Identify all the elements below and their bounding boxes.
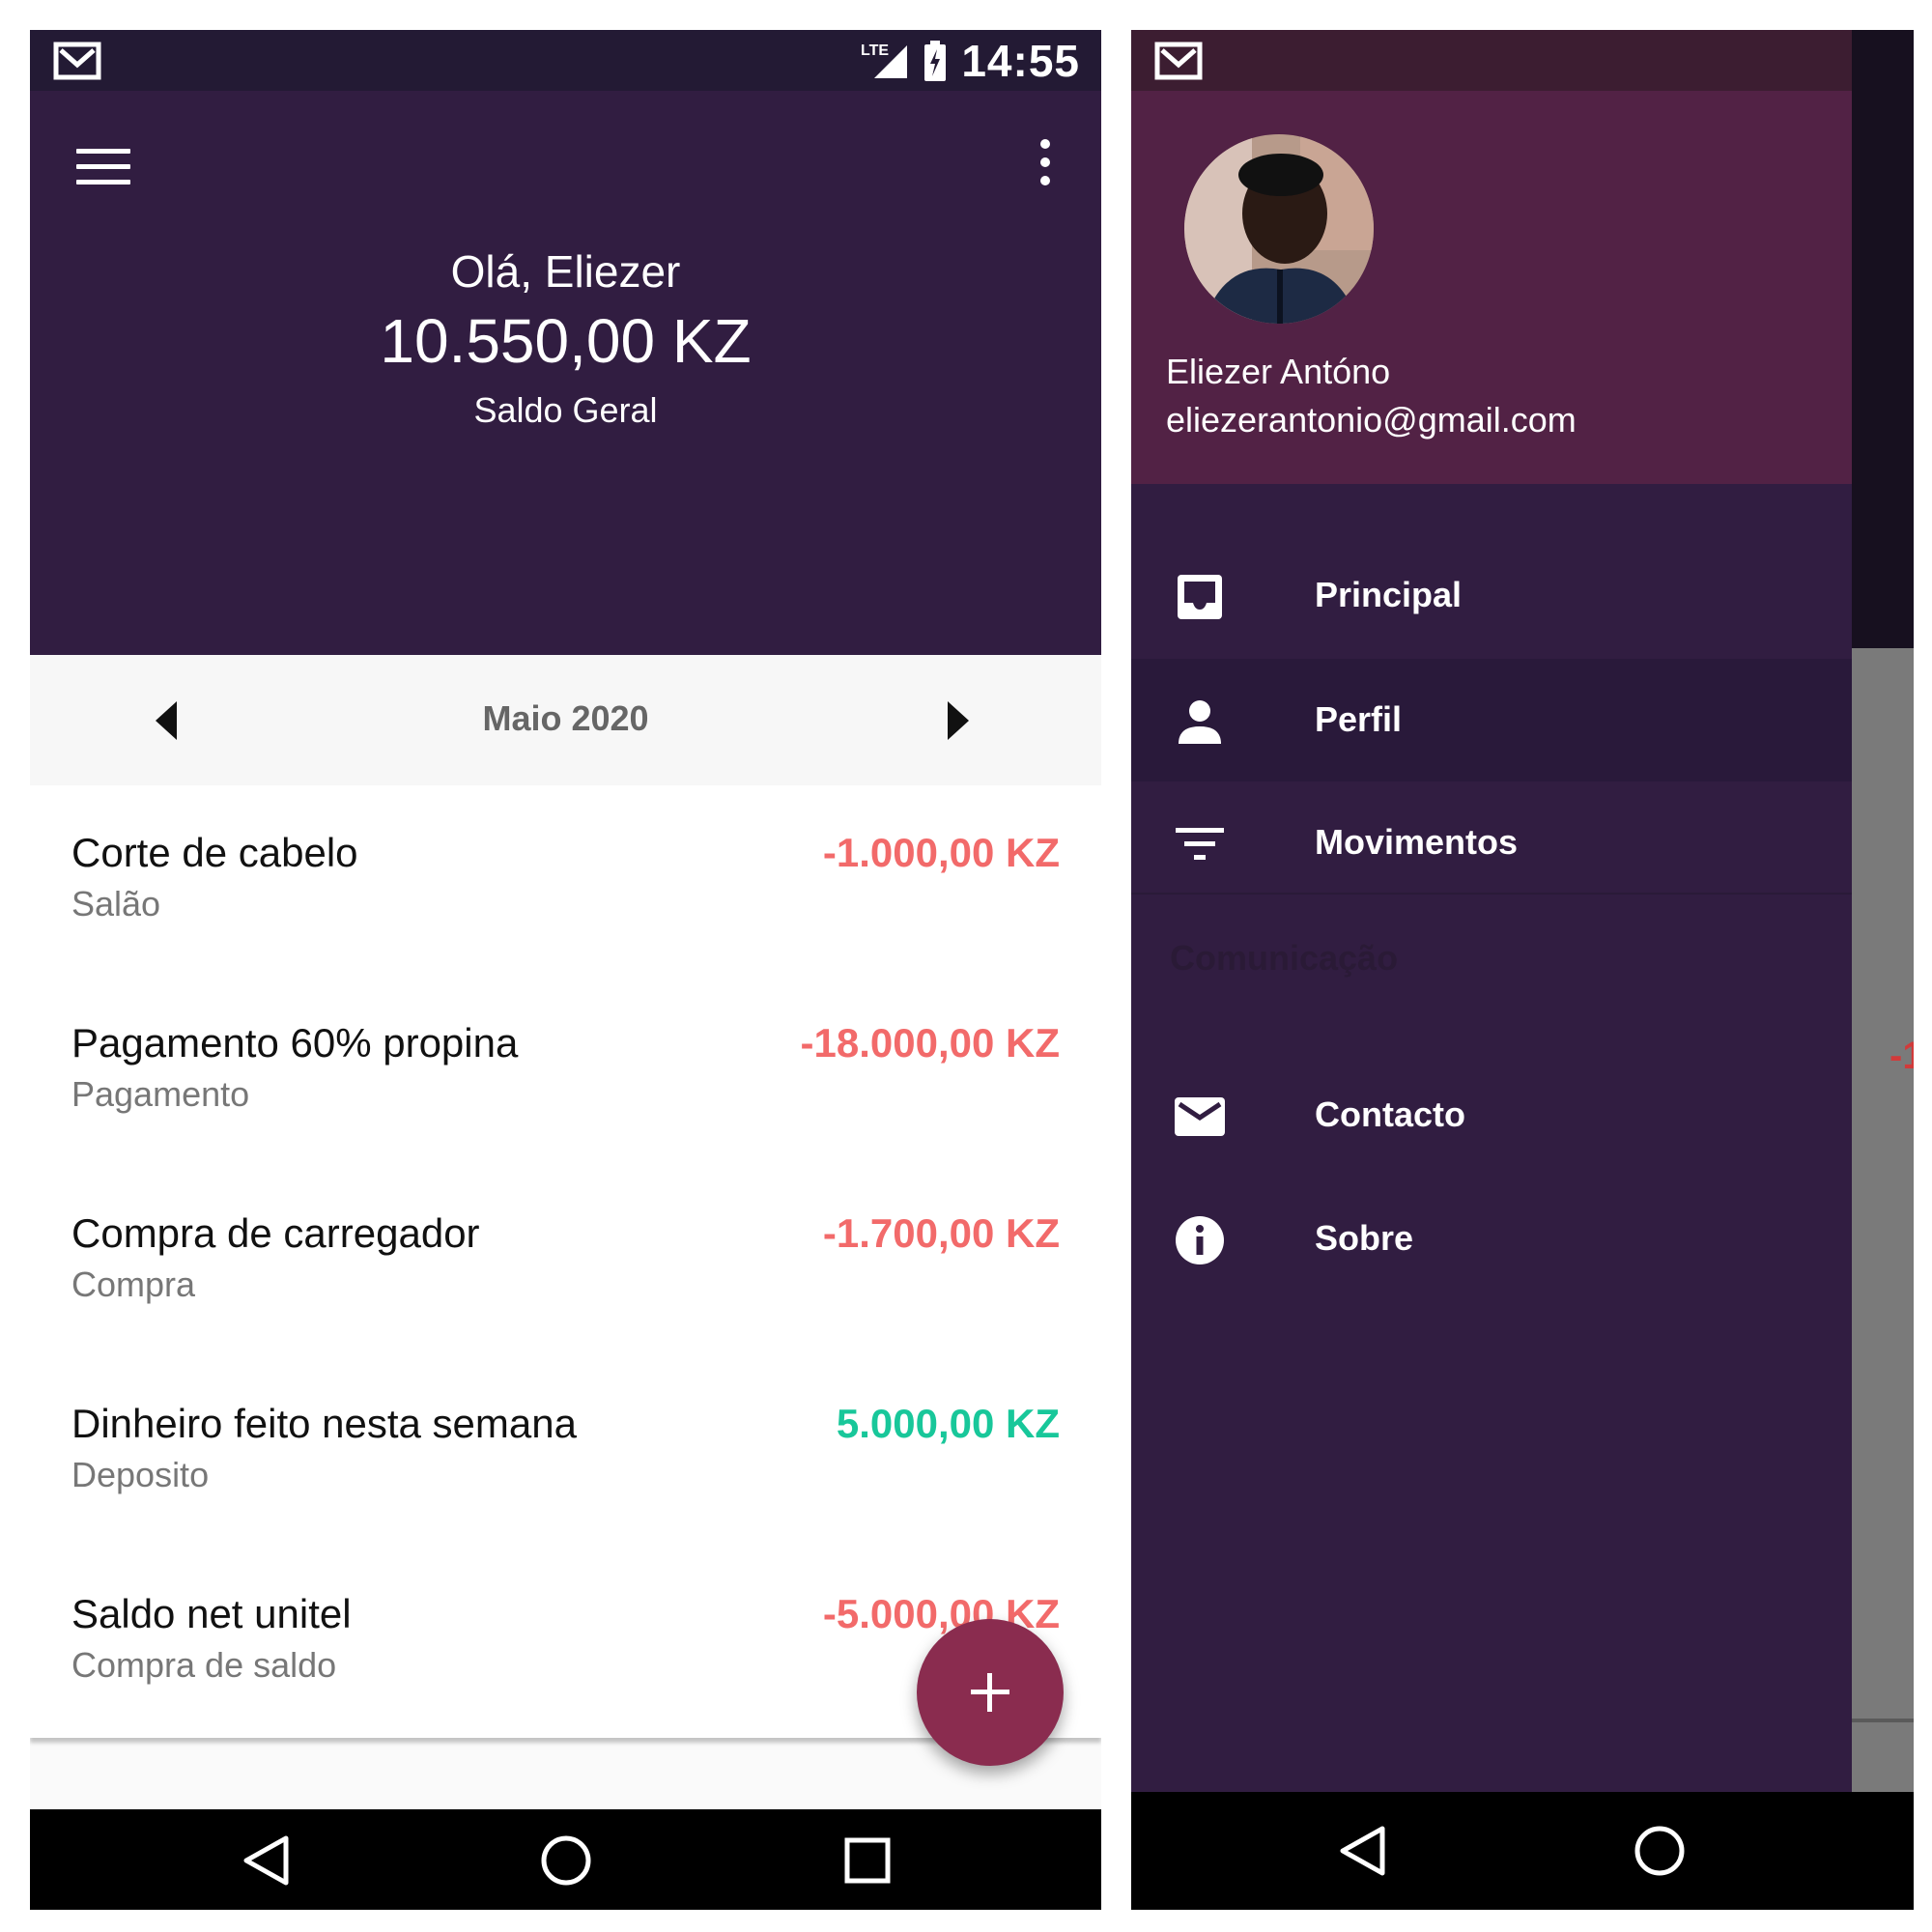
- navigation-drawer: Eliezer Antóno eliezerantonio@gmail.com …: [1131, 30, 1852, 1792]
- inbox-icon: [1178, 575, 1222, 619]
- balance-label: Saldo Geral: [473, 390, 658, 430]
- home-icon[interactable]: [1634, 1825, 1686, 1877]
- status-bar: LTE 14:55: [30, 30, 1101, 91]
- section-label: Comunicação: [1170, 938, 1399, 978]
- transaction-category: Deposito: [71, 1455, 210, 1494]
- add-transaction-button[interactable]: [917, 1619, 1064, 1766]
- transaction-list: Corte de cabelo Salão -1.000,00 KZ Pagam…: [30, 785, 1101, 1738]
- back-icon[interactable]: [241, 1834, 291, 1887]
- greeting: Olá, Eliezer: [450, 246, 681, 297]
- obscured-amount: -1: [1889, 1035, 1914, 1077]
- transaction-amount: -1.700,00 KZ: [822, 1210, 1060, 1256]
- gmail-icon: [1154, 42, 1203, 80]
- balance-header: Olá, Eliezer 10.550,00 KZ Saldo Geral: [30, 91, 1101, 655]
- transaction-item[interactable]: Pagamento 60% propina Pagamento -18.000,…: [30, 976, 1101, 1166]
- clock: 14:55: [961, 35, 1080, 86]
- system-nav-bar: [30, 1809, 1101, 1910]
- drawer-item-label: Principal: [1315, 575, 1463, 614]
- transaction-title: Compra de carregador: [71, 1210, 480, 1256]
- transaction-item[interactable]: Corte de cabelo Salão -1.000,00 KZ: [30, 785, 1101, 976]
- signal-lte-icon: LTE: [861, 43, 908, 78]
- transaction-category: Salão: [71, 884, 161, 923]
- month-label: Maio 2020: [482, 698, 649, 738]
- month-selector: Maio 2020: [30, 655, 1101, 785]
- gmail-icon: [53, 42, 101, 80]
- drawer-item-label: Perfil: [1315, 699, 1403, 739]
- main-screen: LTE 14:55 Olá, Eliezer 10.550,00 KZ Sald…: [30, 30, 1101, 1910]
- drawer-screen: -1 Eliezer Antóno eliezerantonio@gmail.c…: [1131, 30, 1914, 1910]
- drawer-item-principal[interactable]: Principal: [1131, 534, 1852, 657]
- transaction-category: Pagamento: [71, 1074, 250, 1114]
- transaction-title: Dinheiro feito nesta semana: [71, 1401, 577, 1446]
- hamburger-icon[interactable]: [76, 149, 130, 191]
- transaction-category: Compra: [71, 1264, 196, 1304]
- recents-icon[interactable]: [843, 1836, 892, 1885]
- avatar[interactable]: [1184, 134, 1374, 324]
- drawer-divider: [1131, 893, 1852, 895]
- transaction-category: Compra de saldo: [71, 1645, 337, 1685]
- drawer-item-label: Sobre: [1315, 1218, 1414, 1258]
- transaction-item[interactable]: Dinheiro feito nesta semana Deposito 5.0…: [30, 1356, 1101, 1547]
- arrow-right-icon[interactable]: [948, 701, 969, 740]
- drawer-item-movimentos[interactable]: Movimentos: [1131, 781, 1852, 904]
- status-bar: [1131, 30, 1852, 91]
- info-icon: [1176, 1216, 1224, 1264]
- drawer-item-sobre[interactable]: Sobre: [1131, 1178, 1852, 1300]
- drawer-header: Eliezer Antóno eliezerantonio@gmail.com: [1131, 91, 1852, 484]
- transaction-title: Saldo net unitel: [71, 1591, 352, 1636]
- drawer-item-contacto[interactable]: Contacto: [1131, 1054, 1852, 1177]
- user-email: eliezerantonio@gmail.com: [1166, 400, 1577, 440]
- person-icon: [1179, 700, 1221, 744]
- total-balance: 10.550,00 KZ: [380, 306, 752, 376]
- drawer-item-label: Movimentos: [1315, 822, 1519, 862]
- transaction-amount: -1.000,00 KZ: [822, 830, 1060, 875]
- system-nav-bar: [1131, 1792, 1914, 1910]
- more-vert-icon[interactable]: [1037, 139, 1053, 193]
- drawer-item-label: Contacto: [1315, 1094, 1465, 1134]
- back-icon[interactable]: [1337, 1825, 1387, 1877]
- transaction-amount: -18.000,00 KZ: [800, 1020, 1061, 1065]
- home-icon[interactable]: [540, 1834, 592, 1887]
- drawer-item-perfil[interactable]: Perfil: [1131, 659, 1852, 781]
- transaction-title: Corte de cabelo: [71, 830, 358, 875]
- svg-text:LTE: LTE: [861, 43, 889, 59]
- transaction-title: Pagamento 60% propina: [71, 1020, 519, 1065]
- transaction-amount: 5.000,00 KZ: [836, 1401, 1060, 1446]
- transaction-item[interactable]: Compra de carregador Compra -1.700,00 KZ: [30, 1166, 1101, 1356]
- filter-icon: [1176, 828, 1224, 860]
- mail-icon: [1175, 1097, 1225, 1136]
- user-name: Eliezer Antóno: [1166, 352, 1391, 391]
- battery-charging-icon: [924, 40, 947, 81]
